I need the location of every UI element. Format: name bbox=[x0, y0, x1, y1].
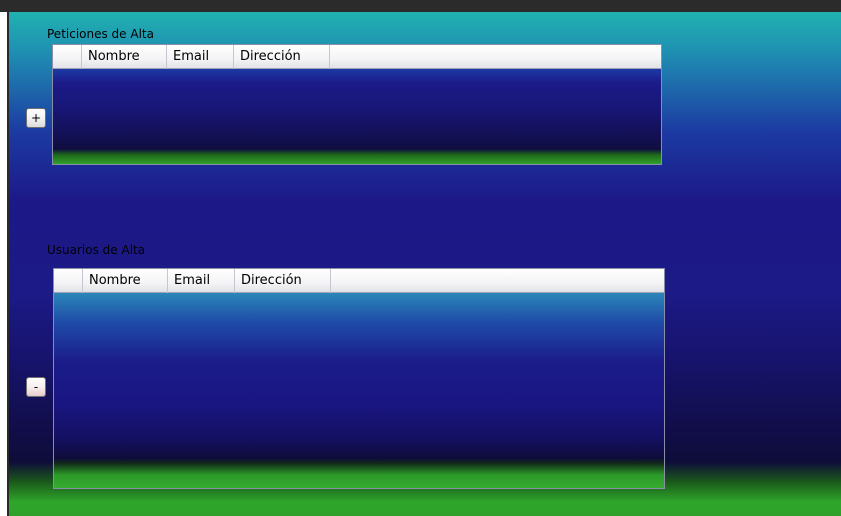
usuarios-grid[interactable]: Nombre Email Dirección bbox=[53, 268, 665, 489]
peticiones-grid[interactable]: Nombre Email Dirección bbox=[52, 44, 662, 165]
peticiones-column-nombre[interactable]: Nombre bbox=[82, 45, 167, 69]
peticiones-column-email[interactable]: Email bbox=[167, 45, 234, 69]
usuarios-grid-body[interactable] bbox=[54, 293, 664, 488]
usuarios-row-header-column[interactable] bbox=[54, 269, 83, 293]
usuarios-title: Usuarios de Alta bbox=[47, 243, 146, 257]
usuarios-column-nombre[interactable]: Nombre bbox=[83, 269, 168, 293]
title-bar bbox=[0, 0, 841, 12]
usuarios-column-email[interactable]: Email bbox=[168, 269, 235, 293]
peticiones-column-direccion[interactable]: Dirección bbox=[234, 45, 330, 69]
window-left-border bbox=[0, 12, 9, 516]
usuarios-grid-header: Nombre Email Dirección bbox=[54, 269, 664, 293]
main-content: Peticiones de Alta Nombre Email Direcció… bbox=[9, 12, 841, 516]
usuarios-column-direccion[interactable]: Dirección bbox=[235, 269, 331, 293]
peticiones-title: Peticiones de Alta bbox=[47, 27, 154, 41]
remove-button[interactable]: - bbox=[26, 377, 46, 397]
peticiones-grid-body[interactable] bbox=[53, 69, 661, 164]
add-button[interactable]: + bbox=[26, 108, 46, 128]
peticiones-grid-header: Nombre Email Dirección bbox=[53, 45, 661, 69]
app-window: Peticiones de Alta Nombre Email Direcció… bbox=[0, 0, 841, 516]
peticiones-row-header-column[interactable] bbox=[53, 45, 82, 69]
